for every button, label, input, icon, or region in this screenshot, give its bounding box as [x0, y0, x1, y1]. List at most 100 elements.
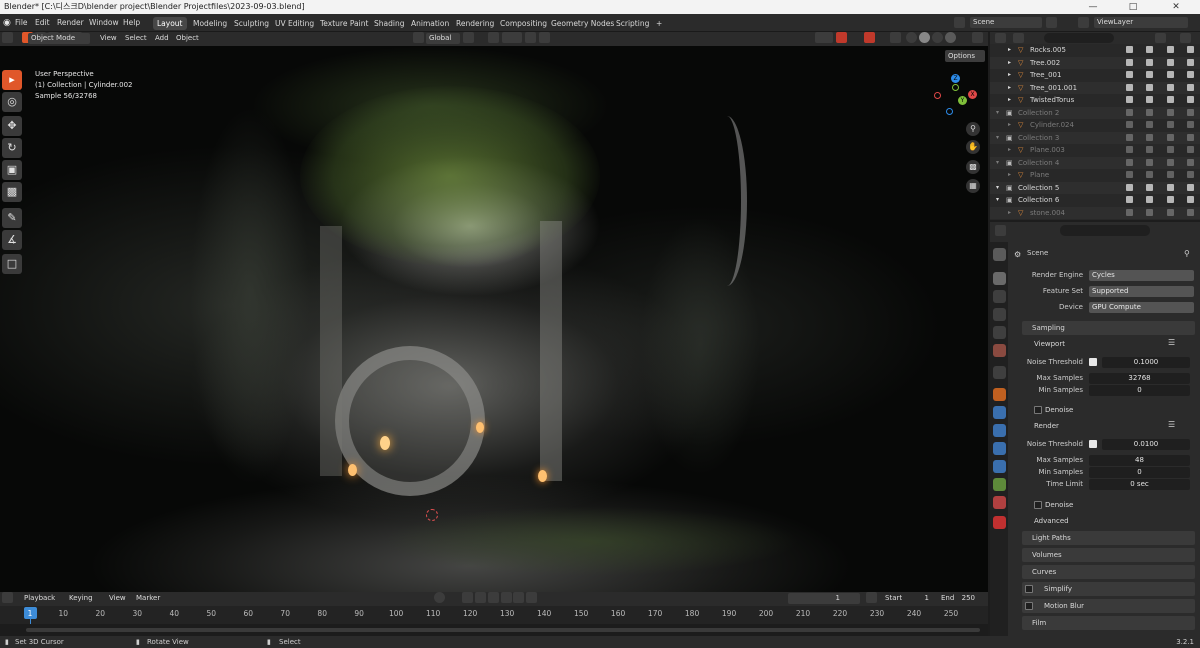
select-toggle-icon[interactable] [1126, 71, 1133, 78]
motion-blur-section[interactable]: Motion Blur [1022, 599, 1195, 613]
simplify-checkbox[interactable] [1025, 585, 1033, 593]
expand-arrow-icon[interactable]: ▸ [1008, 119, 1011, 132]
visibility-toggle-icon[interactable] [1146, 71, 1154, 78]
restriction-toggles[interactable] [1126, 83, 1194, 93]
jump-start-icon[interactable] [462, 592, 473, 603]
jump-end-icon[interactable] [526, 592, 537, 603]
editor-type-icon[interactable] [2, 32, 13, 43]
render-subpanel[interactable]: Render [1034, 420, 1059, 432]
expand-arrow-icon[interactable]: ▸ [1008, 94, 1011, 107]
texture-tab-icon[interactable] [993, 516, 1006, 529]
zoom-icon[interactable]: ⚲ [966, 122, 980, 136]
viewport-toggle-icon[interactable] [1166, 208, 1174, 216]
outliner-row[interactable]: ▸ ▽ Plane.003 [990, 144, 1200, 157]
render-toggle-icon[interactable] [1186, 58, 1194, 66]
filter-icon[interactable] [1155, 33, 1166, 43]
select-toggle-icon[interactable] [1126, 108, 1133, 116]
gizmo-neg-y[interactable] [952, 84, 959, 91]
film-section[interactable]: Film [1022, 616, 1195, 630]
vp-denoise-checkbox[interactable] [1034, 406, 1042, 414]
render-engine-select[interactable]: Cycles [1089, 270, 1194, 281]
render-toggle-icon[interactable] [1186, 83, 1194, 91]
marker-menu[interactable]: Marker [136, 593, 160, 604]
pin-icon[interactable]: ⚲ [1184, 249, 1190, 258]
output-tab-icon[interactable] [993, 290, 1006, 303]
camera-view-icon[interactable]: ▩ [966, 160, 980, 174]
render-toggle-icon[interactable] [1186, 171, 1194, 178]
play-icon[interactable] [501, 592, 512, 603]
orientation-selector[interactable]: Global [426, 33, 460, 44]
select-toggle-icon[interactable] [1126, 183, 1133, 191]
timeline-view-menu[interactable]: View [109, 593, 126, 604]
outliner-row[interactable]: ▾ ▣ Collection 5 [990, 181, 1200, 195]
jump-next-key-icon[interactable] [513, 592, 524, 603]
menu-file[interactable]: File [15, 17, 28, 29]
render-list-icon[interactable]: ☰ [1168, 420, 1175, 429]
new-collection-icon[interactable] [1180, 33, 1191, 43]
preview-range-icon[interactable] [866, 592, 877, 603]
tool-tab-icon[interactable] [993, 248, 1006, 261]
timeline-scrollbar[interactable] [26, 628, 980, 632]
tab-compositing[interactable]: Compositing [496, 17, 551, 30]
menu-object[interactable]: Object [176, 33, 199, 44]
time-limit-field[interactable]: 0 sec [1089, 479, 1190, 490]
select-toggle-icon[interactable] [1126, 208, 1133, 216]
ortho-grid-icon[interactable]: ▦ [966, 179, 980, 193]
viewport-toggle-icon[interactable] [1166, 133, 1174, 141]
visibility-toggle-icon[interactable] [1146, 46, 1154, 53]
outliner-row[interactable]: ▾ ▣ Collection 2 [990, 106, 1200, 120]
display-mode-icon[interactable] [1013, 33, 1024, 43]
jump-prev-key-icon[interactable] [475, 592, 486, 603]
close-button[interactable]: ✕ [1156, 0, 1196, 14]
tab-rendering[interactable]: Rendering [452, 17, 498, 30]
timeline-editor-icon[interactable] [2, 592, 13, 603]
menu-window[interactable]: Window [89, 17, 119, 29]
outliner-row[interactable]: ▸ ▽ stone.004 [990, 206, 1200, 219]
vp-max-samples-field[interactable]: 32768 [1089, 373, 1190, 384]
menu-render[interactable]: Render [57, 17, 84, 29]
scene-icon[interactable] [954, 17, 965, 28]
blender-logo-icon[interactable]: ◉ [3, 17, 11, 29]
expand-arrow-icon[interactable]: ▾ [996, 157, 999, 170]
restriction-toggles[interactable] [1126, 183, 1194, 193]
viewport-subpanel[interactable]: Viewport [1034, 338, 1065, 350]
r-noise-threshold-field[interactable]: 0.0100 [1102, 439, 1190, 450]
restriction-toggles[interactable] [1126, 146, 1194, 155]
restriction-toggles[interactable] [1126, 121, 1194, 130]
material-tab-icon[interactable] [993, 496, 1006, 509]
add-workspace-button[interactable]: + [652, 17, 666, 30]
outliner-row[interactable]: ▸ ▽ Cylinder.024 [990, 119, 1200, 132]
vp-noise-threshold-field[interactable]: 0.1000 [1102, 357, 1190, 368]
select-toggle-icon[interactable] [1126, 146, 1133, 153]
overlay-toggle-icon[interactable] [864, 32, 875, 43]
visibility-icon[interactable] [815, 32, 833, 43]
r-denoise-label[interactable]: Denoise [1045, 499, 1073, 511]
shading-material-icon[interactable] [932, 32, 943, 43]
timeline-body[interactable] [0, 624, 988, 636]
viewport-toggle-icon[interactable] [1166, 158, 1174, 166]
falloff-icon[interactable] [539, 32, 550, 43]
expand-arrow-icon[interactable]: ▾ [996, 182, 999, 195]
maximize-button[interactable]: □ [1113, 0, 1153, 14]
feature-set-select[interactable]: Supported [1089, 286, 1194, 297]
outliner-row[interactable]: ▾ ▣ Collection 4 [990, 156, 1200, 170]
visibility-toggle-icon[interactable] [1146, 96, 1154, 103]
select-toggle-icon[interactable] [1126, 83, 1133, 91]
play-reverse-icon[interactable] [488, 592, 499, 603]
menu-select[interactable]: Select [125, 33, 147, 44]
restriction-toggles[interactable] [1126, 71, 1194, 80]
gizmo-toggle-icon[interactable] [836, 32, 847, 43]
expand-arrow-icon[interactable]: ▾ [996, 107, 999, 120]
visibility-toggle-icon[interactable] [1146, 171, 1154, 178]
tab-layout[interactable]: Layout [153, 17, 187, 30]
outliner-row[interactable]: ▸ ▽ Tree_001 [990, 69, 1200, 82]
curves-section[interactable]: Curves [1022, 565, 1195, 579]
outliner-row[interactable]: ▸ ▽ Tree_001.001 [990, 81, 1200, 94]
viewport-toggle-icon[interactable] [1166, 196, 1174, 203]
modifier-tab-icon[interactable] [993, 406, 1006, 419]
keying-menu[interactable]: Keying [69, 593, 93, 604]
viewport-toggle-icon[interactable] [1166, 183, 1174, 191]
snap-icon[interactable] [488, 32, 499, 43]
mode-selector[interactable]: Object Mode [28, 33, 90, 44]
select-toggle-icon[interactable] [1126, 96, 1133, 103]
